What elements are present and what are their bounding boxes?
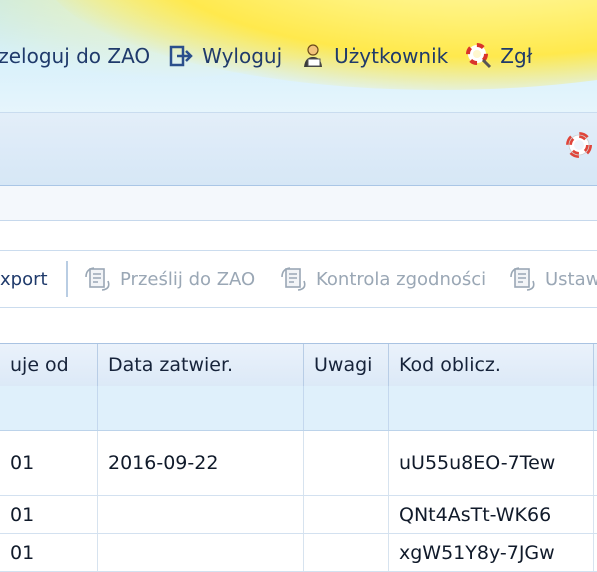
send-document-icon — [85, 267, 110, 291]
send-to-zao-button[interactable]: Prześlij do ZAO — [84, 251, 255, 307]
lifebuoy-icon[interactable] — [565, 131, 593, 159]
secondary-header-bar — [0, 112, 597, 187]
cell-notes — [304, 534, 389, 571]
settings-label: Ustaw — [545, 268, 597, 290]
user-link[interactable]: Użytkownik — [300, 43, 448, 69]
table-row[interactable]: 01 QNt4AsTt-WK66 — [0, 496, 597, 534]
switch-to-zao-label: rzeloguj do ZAO — [0, 44, 151, 68]
lifebuoy-search-icon — [466, 43, 492, 69]
cell-notes — [304, 496, 389, 533]
toolbar-separator — [66, 261, 68, 297]
report-issue-label: Zgł — [500, 44, 533, 68]
content-spacer — [0, 186, 597, 221]
cell-notes — [304, 431, 389, 495]
grid-toolbar: xport Prześlij do ZAO Kontrola zgodności… — [0, 250, 597, 308]
cell-calc-code: xgW51Y8y-7JGw — [389, 534, 594, 571]
cell-valid-from: 01 — [0, 431, 98, 495]
user-icon — [304, 44, 323, 67]
column-header-valid-from[interactable]: uje od — [0, 344, 98, 386]
compliance-check-label: Kontrola zgodności — [316, 268, 487, 290]
cell-approval-date — [98, 496, 304, 533]
cell-valid-from: 01 — [0, 534, 98, 571]
grid-header-row: uje od Data zatwier. Uwagi Kod oblicz. — [0, 343, 597, 387]
cell-calc-code: uU55u8EO-7Tew — [389, 431, 594, 495]
report-issue-link[interactable]: Zgł — [466, 43, 532, 69]
cell-calc-code: QNt4AsTt-WK66 — [389, 496, 594, 533]
cell-valid-from: 01 — [0, 496, 98, 533]
filter-cell[interactable] — [389, 386, 594, 430]
settings-document-icon — [510, 267, 535, 291]
logout-label: Wyloguj — [202, 44, 283, 68]
filter-cell[interactable] — [98, 386, 304, 430]
column-header-notes[interactable]: Uwagi — [304, 344, 389, 386]
check-document-icon — [281, 267, 306, 291]
logout-link[interactable]: Wyloguj — [168, 43, 282, 69]
table-row[interactable]: 01 xgW51Y8y-7JGw — [0, 534, 597, 572]
filter-cell[interactable] — [0, 386, 98, 430]
app-header-banner: rzeloguj do ZAO Wyloguj Użytkownik Zgł — [0, 0, 597, 112]
column-header-calc-code[interactable]: Kod oblicz. — [389, 344, 594, 386]
data-grid: uje od Data zatwier. Uwagi Kod oblicz. 0… — [0, 343, 597, 572]
compliance-check-button[interactable]: Kontrola zgodności — [280, 251, 486, 307]
export-button[interactable]: xport — [0, 251, 48, 307]
send-to-zao-label: Prześlij do ZAO — [120, 268, 256, 290]
user-label: Użytkownik — [334, 44, 449, 68]
export-label: xport — [0, 268, 48, 290]
filter-cell[interactable] — [304, 386, 389, 430]
cell-approval-date — [98, 534, 304, 571]
table-row[interactable]: 01 2016-09-22 uU55u8EO-7Tew — [0, 431, 597, 496]
cell-approval-date: 2016-09-22 — [98, 431, 304, 495]
settings-button[interactable]: Ustaw — [509, 251, 597, 307]
switch-to-zao-link[interactable]: rzeloguj do ZAO — [0, 44, 150, 68]
top-navigation: rzeloguj do ZAO Wyloguj Użytkownik Zgł — [0, 36, 550, 76]
grid-filter-row — [0, 386, 597, 431]
logout-icon — [169, 45, 193, 67]
column-header-approval-date[interactable]: Data zatwier. — [98, 344, 304, 386]
